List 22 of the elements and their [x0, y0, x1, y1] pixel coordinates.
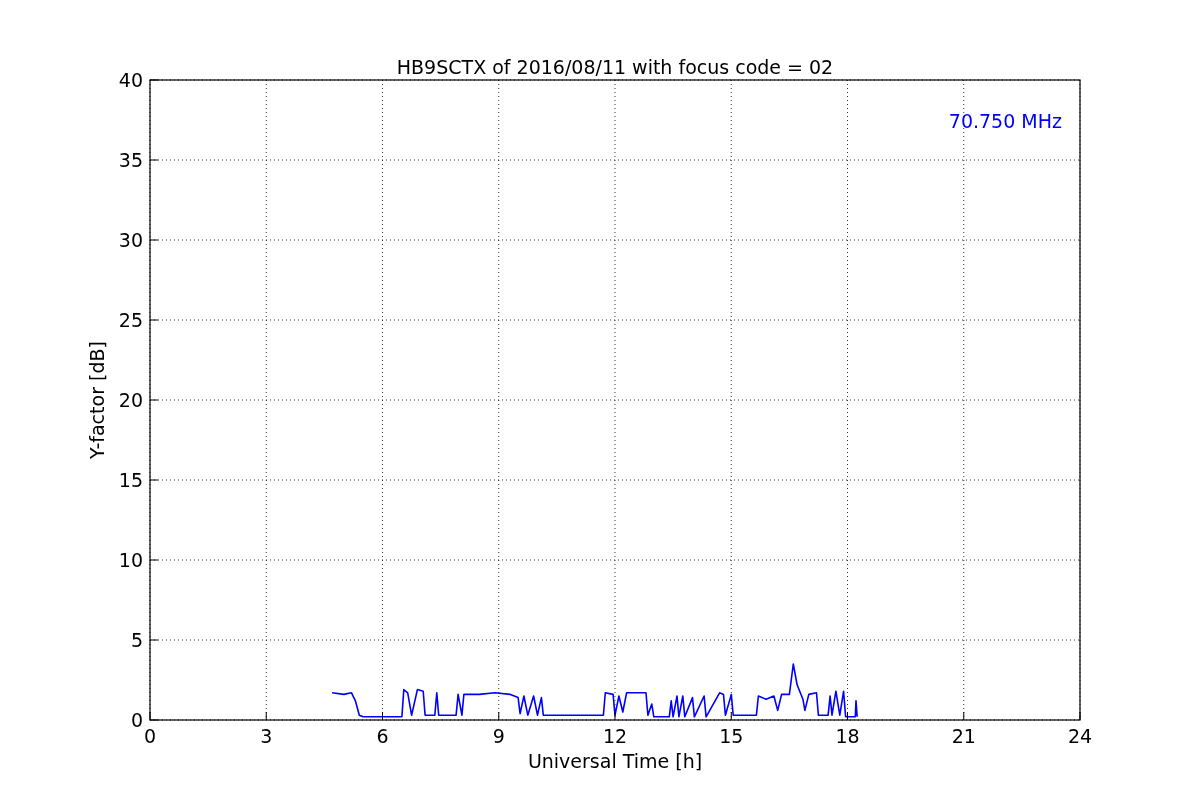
x-tick-label: 9	[492, 725, 505, 747]
y-tick-label: 15	[118, 469, 143, 491]
y-tick-label: 35	[118, 149, 143, 171]
series-label: 70.750 MHz	[948, 110, 1062, 132]
x-tick-label: 24	[1067, 725, 1093, 747]
chart-title: HB9SCTX of 2016/08/11 with focus code = 02	[396, 56, 834, 78]
y-axis-label: Y-factor [dB]	[86, 341, 108, 459]
x-axis-label: Universal Time [h]	[527, 750, 703, 772]
y-tick-label: 30	[118, 229, 143, 251]
y-tick-label: 25	[118, 309, 143, 331]
x-tick-label: 12	[602, 725, 628, 747]
x-tick-label: 15	[719, 725, 744, 747]
y-tick-label: 5	[130, 629, 143, 651]
x-tick-label: 18	[835, 725, 860, 747]
y-tick-label: 0	[130, 709, 143, 731]
y-tick-label: 10	[118, 549, 143, 571]
x-tick-label: 0	[143, 725, 157, 747]
y-tick-label: 40	[118, 69, 143, 91]
y-tick-label: 20	[118, 389, 143, 411]
x-tick-label: 6	[376, 725, 389, 747]
x-tick-label: 21	[951, 725, 976, 747]
x-tick-label: 3	[260, 725, 273, 747]
